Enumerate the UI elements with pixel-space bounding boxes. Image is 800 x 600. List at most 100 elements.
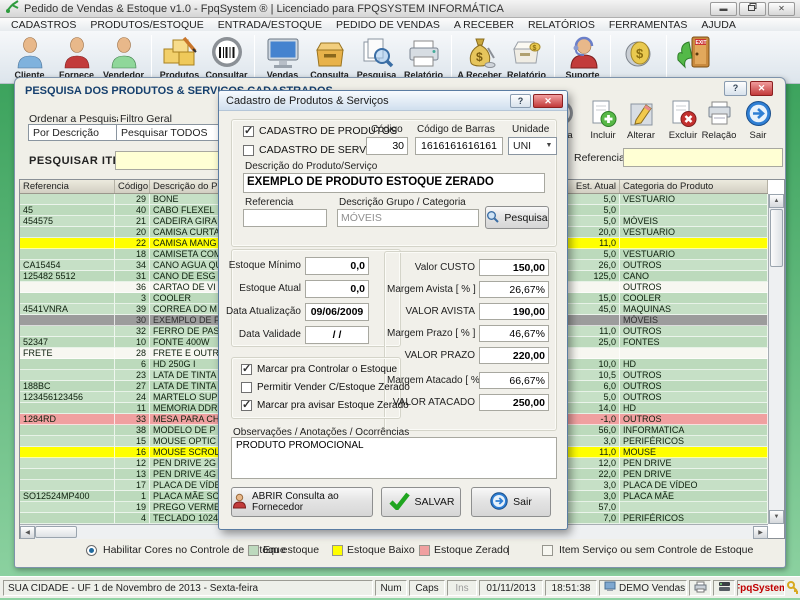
- field-valor-avista[interactable]: 190,00: [479, 303, 549, 320]
- dialog-close-button[interactable]: ✕: [533, 94, 563, 108]
- toolbar-fornece[interactable]: Fornece: [54, 33, 99, 80]
- chevron-down-icon[interactable]: ▼: [542, 140, 556, 153]
- abrir-fornecedor-button[interactable]: ABRIR Consulta ao Fornecedor: [231, 487, 373, 517]
- scroll-thumb[interactable]: [770, 209, 783, 267]
- restore-button[interactable]: [739, 2, 766, 16]
- flag-permitir-vender-c-estoque-zerado[interactable]: Permitir Vender C/Estoque Zerado: [241, 382, 410, 393]
- field-estoque-atual[interactable]: 0,0: [305, 280, 369, 298]
- salvar-button[interactable]: SALVAR: [381, 487, 461, 517]
- search-item-input[interactable]: [115, 151, 231, 170]
- enable-colors-radio[interactable]: [86, 545, 97, 556]
- column-header-referencia[interactable]: Referencia: [20, 180, 115, 193]
- toolbar-produtos[interactable]: Produtos: [157, 33, 202, 80]
- toolbar-vendedor[interactable]: Vendedor: [101, 33, 146, 80]
- pesquisa-grupo-button[interactable]: Pesquisa: [485, 206, 549, 229]
- menu-relatorios[interactable]: RELATÓRIOS: [521, 19, 602, 31]
- checkbox-icon[interactable]: [241, 382, 252, 393]
- flag-marcar-pra-controlar-o-estoque[interactable]: Marcar pra Controlar o Estoque: [241, 364, 397, 375]
- field-margem-atacado[interactable]: 66,67%: [479, 372, 549, 389]
- menu-ferramentas[interactable]: FERRAMENTAS: [602, 19, 695, 31]
- scroll-right-icon[interactable]: ▶: [753, 526, 768, 539]
- person-client-icon: [15, 33, 45, 69]
- referencia-search-input[interactable]: [623, 148, 783, 167]
- referencia-label: Referencia: [574, 152, 625, 164]
- column-header-categoria-do-produto[interactable]: Categoria do Produto: [620, 180, 768, 193]
- dialog-help-button[interactable]: ?: [510, 94, 531, 108]
- codigo-barras-field[interactable]: 1616161616161: [415, 137, 503, 155]
- menu-a-receber[interactable]: A RECEBER: [447, 19, 521, 31]
- valor-label: VALOR AVISTA: [387, 306, 475, 317]
- toolbar-item[interactable]: $: [616, 33, 661, 70]
- svg-text:EXIT: EXIT: [695, 40, 706, 46]
- moneybag-icon: $: [463, 33, 497, 69]
- menu-produtos-estoque[interactable]: PRODUTOS/ESTOQUE: [83, 19, 210, 31]
- field-estoque-minimo[interactable]: 0,0: [305, 257, 369, 275]
- toolbar-relatorio[interactable]: Relatório: [401, 33, 446, 80]
- column-header-est-atual[interactable]: Est. Atual: [564, 180, 620, 193]
- menu-ajuda[interactable]: AJUDA: [694, 19, 742, 31]
- cadastro-dialog: Cadastro de Produtos & Serviços ? ✕ CADA…: [218, 90, 568, 530]
- unidade-select[interactable]: UNI ▼: [508, 137, 557, 155]
- codigo-field[interactable]: 30: [366, 137, 408, 155]
- menu-pedido-de-vendas[interactable]: PEDIDO DE VENDAS: [329, 19, 447, 31]
- doc-plus-icon: [590, 96, 617, 130]
- supplier-person-icon: [232, 493, 247, 512]
- svg-text:$: $: [636, 46, 644, 61]
- toolbar-vendas[interactable]: Vendas: [260, 33, 305, 80]
- monitor-icon: [266, 33, 300, 69]
- scroll-left-icon[interactable]: ◀: [20, 526, 35, 539]
- field-valor-prazo[interactable]: 220,00: [479, 347, 549, 364]
- status-network[interactable]: [713, 580, 735, 596]
- field-valor-atacado[interactable]: 250,00: [479, 394, 549, 411]
- action-relacao[interactable]: Relação: [697, 96, 741, 148]
- printer-status-icon: [694, 581, 707, 596]
- toolbar-consulta[interactable]: Consulta: [307, 33, 352, 80]
- field-data-atualizacao[interactable]: 09/06/2009: [305, 303, 369, 321]
- column-header-codigo[interactable]: Código: [115, 180, 150, 193]
- toolbar-pesquisa[interactable]: Pesquisa: [354, 33, 399, 80]
- toolbar-item[interactable]: EXIT: [672, 33, 717, 70]
- dialog-referencia-field[interactable]: [243, 209, 327, 227]
- barcode-icon: [210, 33, 244, 69]
- checkbox-icon[interactable]: [241, 364, 252, 375]
- toolbar-a-receber[interactable]: $ A Receber: [457, 33, 502, 80]
- toolbar-relatorio[interactable]: $ Relatório: [504, 33, 549, 80]
- action-sair[interactable]: Sair: [736, 96, 780, 148]
- action-alterar[interactable]: Alterar: [619, 96, 663, 148]
- toolbar-separator: [666, 35, 667, 81]
- field-valor-custo[interactable]: 150,00: [479, 259, 549, 276]
- field-data-validade[interactable]: / /: [305, 326, 369, 344]
- toolbar-separator: [610, 35, 611, 81]
- checkbox-icon[interactable]: [243, 145, 254, 156]
- observacoes-textarea[interactable]: PRODUTO PROMOCIONAL: [231, 437, 557, 479]
- field-margem-prazo[interactable]: 46,67%: [479, 325, 549, 342]
- help-button[interactable]: ?: [724, 81, 747, 96]
- scroll-up-icon[interactable]: ▲: [769, 194, 784, 208]
- action-label: Sair: [750, 130, 767, 141]
- scroll-down-icon[interactable]: ▼: [769, 510, 784, 524]
- filtro-select[interactable]: Pesquisar TODOS ▼: [116, 124, 234, 141]
- close-button[interactable]: ✕: [768, 2, 795, 16]
- close-search-window-button[interactable]: ✕: [750, 81, 773, 96]
- support-icon: [566, 33, 600, 69]
- checkbox-icon[interactable]: [241, 400, 252, 411]
- status-time: 18:51:38: [545, 580, 597, 596]
- toolbar-consultar[interactable]: Consultar: [204, 33, 249, 80]
- descricao-field[interactable]: EXEMPLO DE PRODUTO ESTOQUE ZERADO: [243, 173, 545, 193]
- scroll-thumb[interactable]: [35, 526, 77, 538]
- status-demo: DEMO Vendas 1.0: [599, 580, 687, 596]
- vertical-scrollbar[interactable]: ▲ ▼: [768, 194, 784, 524]
- menu-entrada-estoque[interactable]: ENTRADA/ESTOQUE: [211, 19, 329, 31]
- flag-marcar-pra-avisar-estoque-zerado[interactable]: Marcar pra avisar Estoque Zerado: [241, 400, 409, 411]
- menu-cadastros[interactable]: CADASTROS: [4, 19, 83, 31]
- toolbar-cliente[interactable]: Cliente: [7, 33, 52, 80]
- grupo-field[interactable]: MÓVEIS: [337, 209, 479, 227]
- status-brand: FpqSystem: [737, 580, 785, 596]
- magnifier-icon: [486, 210, 499, 226]
- sair-button[interactable]: Sair: [471, 487, 551, 517]
- toolbar-suporte[interactable]: Suporte: [560, 33, 605, 80]
- status-printer[interactable]: [689, 580, 711, 596]
- field-margem-avista[interactable]: 26,67%: [479, 281, 549, 298]
- minimize-button[interactable]: ▬: [710, 2, 737, 16]
- checkbox-icon[interactable]: [243, 126, 254, 137]
